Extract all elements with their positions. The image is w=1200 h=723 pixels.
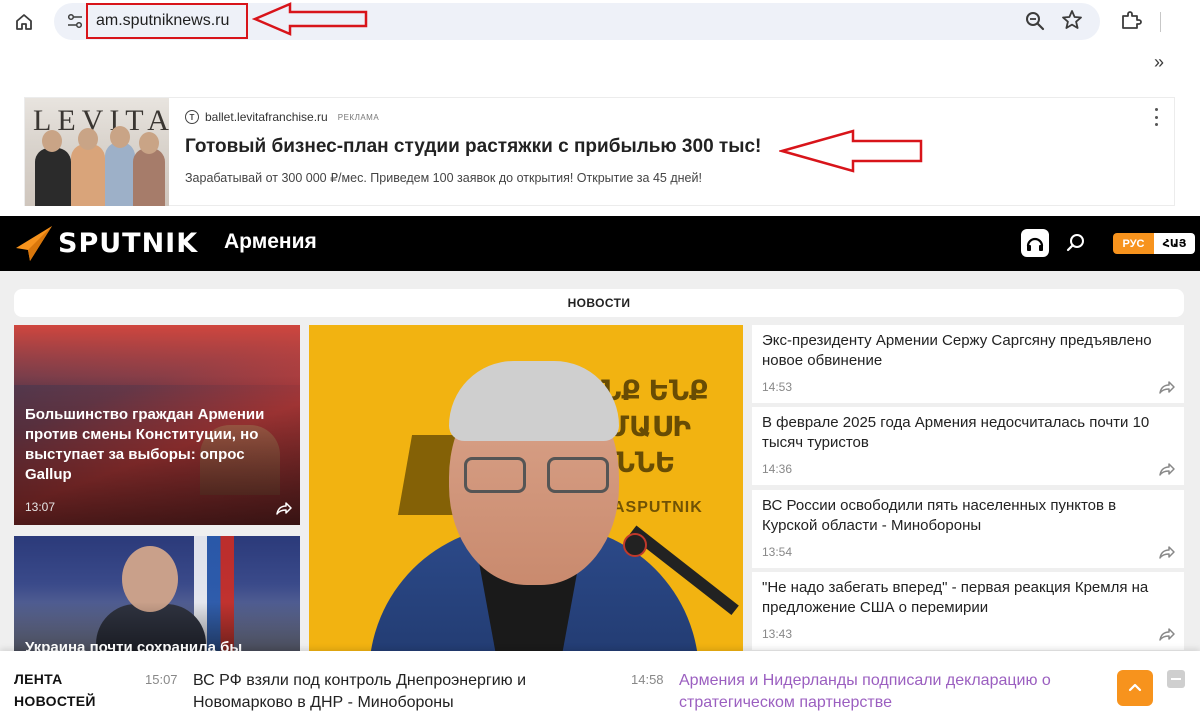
- list-item-time: 13:54: [762, 545, 793, 559]
- ad-headline[interactable]: Готовый бизнес-план студии растяжки с пр…: [185, 136, 761, 158]
- annotation-arrow-ad: [779, 129, 923, 173]
- share-icon[interactable]: [1158, 378, 1176, 396]
- ticker-label-line2: НОВОСТЕЙ: [14, 693, 96, 709]
- list-item-time: 13:43: [762, 627, 793, 641]
- list-item[interactable]: ВС России освободили пять населенных пун…: [752, 490, 1184, 568]
- star-icon[interactable]: [1061, 9, 1083, 31]
- ad-domain[interactable]: ballet.levitafranchise.ru: [205, 110, 328, 124]
- list-item[interactable]: "Не надо забегать вперед" - первая реакц…: [752, 572, 1184, 650]
- ad-banner[interactable]: LEVITA T ballet.levitafranchise.ru РЕКЛА…: [24, 97, 1175, 206]
- ad-label: РЕКЛАМА: [337, 112, 380, 122]
- main-news-photo[interactable]: ՄԵՆՔ ԵՆՔ ՄԻ ՄԱՍԻ ՅՈՒՆՆԵ MEDIASPUTNIK: [309, 325, 743, 655]
- collapse-icon[interactable]: [1167, 670, 1185, 688]
- sputnik-logo[interactable]: SPUTNIK: [14, 224, 198, 262]
- ticker-label-line1: ЛЕНТА: [14, 671, 63, 687]
- url-highlight-box[interactable]: am.sputniknews.ru: [86, 3, 248, 39]
- list-item-time: 14:36: [762, 462, 793, 476]
- ad-favicon-icon: T: [185, 110, 199, 124]
- radio-icon[interactable]: [1021, 229, 1049, 257]
- list-item-title[interactable]: Экс-президенту Армении Сержу Саргсяну пр…: [762, 331, 1167, 371]
- list-item-time: 14:53: [762, 380, 793, 394]
- news-card[interactable]: Украина почти сохранила бы: [14, 536, 300, 656]
- ticker-item-time: 15:07: [145, 672, 178, 687]
- region-title[interactable]: Армения: [224, 230, 317, 254]
- tab-news[interactable]: НОВОСТИ: [14, 289, 1184, 317]
- zoom-icon[interactable]: [1024, 10, 1046, 32]
- share-icon[interactable]: [275, 499, 293, 517]
- list-item[interactable]: Экс-президенту Армении Сержу Саргсяну пр…: [752, 325, 1184, 403]
- language-switch: РУС ՀԱՅ: [1113, 233, 1195, 254]
- arrow-up-icon: [1128, 683, 1142, 692]
- lang-ru-button[interactable]: РУС: [1113, 233, 1154, 254]
- url-text[interactable]: am.sputniknews.ru: [96, 12, 229, 30]
- list-item[interactable]: В феврале 2025 года Армения недосчиталас…: [752, 407, 1184, 485]
- ticker-item[interactable]: ВС РФ взяли под контроль Днепроэнергию и…: [193, 670, 593, 714]
- ticker-label[interactable]: ЛЕНТА НОВОСТЕЙ: [14, 668, 134, 712]
- sputnik-logo-icon: [16, 226, 52, 261]
- news-card-time: 13:07: [25, 500, 56, 514]
- sputnik-wordmark: SPUTNIK: [58, 227, 199, 259]
- ticker-item[interactable]: Армения и Нидерланды подписали деклараци…: [679, 670, 1079, 714]
- browser-toolbar: am.sputniknews.ru »: [0, 0, 1200, 88]
- ad-description[interactable]: Зарабатывай от 300 000 ₽/мес. Приведем 1…: [185, 170, 702, 185]
- share-icon[interactable]: [1158, 460, 1176, 478]
- ad-source[interactable]: T ballet.levitafranchise.ru РЕКЛАМА: [185, 110, 379, 124]
- news-card-title[interactable]: Большинство граждан Армении против смены…: [25, 405, 287, 485]
- home-icon[interactable]: [10, 8, 38, 36]
- bookmarks-overflow-button[interactable]: »: [1154, 52, 1164, 73]
- news-section: НОВОСТИ Большинство граждан Армении прот…: [0, 271, 1200, 656]
- ad-image[interactable]: LEVITA: [25, 98, 169, 206]
- list-item-title[interactable]: "Не надо забегать вперед" - первая реакц…: [762, 578, 1167, 618]
- ad-menu-icon[interactable]: [1152, 108, 1160, 126]
- annotation-arrow-url: [252, 2, 368, 36]
- news-ticker: ЛЕНТА НОВОСТЕЙ 15:07 ВС РФ взяли под кон…: [0, 651, 1200, 723]
- list-item-title[interactable]: В феврале 2025 года Армения недосчиталас…: [762, 413, 1167, 453]
- share-icon[interactable]: [1158, 625, 1176, 643]
- site-info-icon[interactable]: [64, 10, 86, 32]
- extensions-icon[interactable]: [1119, 8, 1143, 32]
- list-item-title[interactable]: ВС России освободили пять населенных пун…: [762, 496, 1167, 536]
- ticker-item-time: 14:58: [631, 672, 664, 687]
- toolbar-divider: [1160, 12, 1161, 32]
- share-icon[interactable]: [1158, 543, 1176, 561]
- lang-am-button[interactable]: ՀԱՅ: [1154, 233, 1195, 254]
- search-icon[interactable]: [1064, 231, 1088, 255]
- news-list: Экс-президенту Армении Сержу Саргсяну пр…: [752, 325, 1184, 655]
- site-header: SPUTNIK Армения РУС ՀԱՅ: [0, 216, 1200, 271]
- news-card[interactable]: Большинство граждан Армении против смены…: [14, 325, 300, 525]
- scroll-up-button[interactable]: [1117, 670, 1153, 706]
